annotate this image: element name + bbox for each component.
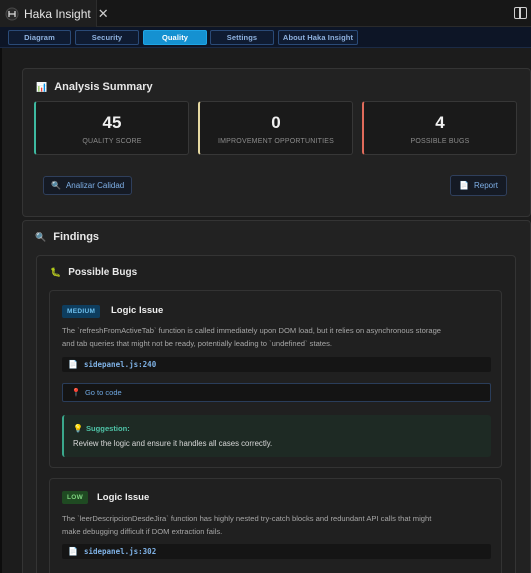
stat-value: 0 bbox=[271, 113, 281, 132]
suggestion-head-label: Suggestion: bbox=[85, 424, 130, 433]
stat-value: 45 bbox=[102, 113, 122, 132]
tab-security[interactable]: Security bbox=[75, 30, 139, 45]
file-path: sidepanel.js:240 bbox=[83, 360, 157, 369]
report-label: Report bbox=[473, 181, 498, 190]
file-icon: 📄 bbox=[68, 547, 78, 556]
bug-title: Logic Issue bbox=[111, 305, 164, 316]
bug-title: Logic Issue bbox=[97, 492, 150, 503]
search-icon: 🔍 bbox=[51, 181, 61, 190]
possible-bugs-title: 🐛 Possible Bugs bbox=[50, 267, 137, 278]
tab-about[interactable]: About Haka Insight bbox=[278, 30, 358, 45]
severity-badge: MEDIUM bbox=[62, 305, 101, 318]
bug-description-line: make debugging difficult if DOM extracti… bbox=[62, 526, 223, 536]
stat-label: IMPROVEMENT OPPORTUNITIES bbox=[218, 138, 334, 145]
go-to-code-label: Go to code bbox=[84, 388, 122, 397]
haka-logo-icon bbox=[5, 7, 19, 21]
document-icon: 📄 bbox=[459, 181, 469, 190]
tab-settings[interactable]: Settings bbox=[210, 30, 274, 45]
editor-tab-haka-insight[interactable]: Haka Insight ✕ bbox=[0, 0, 109, 27]
stat-label: POSSIBLE BUGS bbox=[410, 138, 470, 145]
suggestion-box: 💡 Suggestion: Review the logic and ensur… bbox=[62, 415, 491, 457]
go-to-code-button[interactable]: 📍 Go to code bbox=[62, 383, 491, 402]
file-reference: 📄 sidepanel.js:302 bbox=[62, 544, 491, 559]
file-reference: 📄 sidepanel.js:240 bbox=[62, 357, 491, 372]
stat-quality-score: 45 QUALITY SCORE bbox=[34, 101, 189, 155]
chart-icon: 📊 bbox=[36, 81, 48, 92]
bug-icon: 🐛 bbox=[50, 267, 62, 277]
report-button[interactable]: 📄 Report bbox=[450, 175, 507, 196]
tab-quality[interactable]: Quality bbox=[143, 30, 207, 45]
stat-label: QUALITY SCORE bbox=[82, 138, 142, 145]
bug-item: MEDIUM Logic Issue The `refreshFromActiv… bbox=[49, 290, 502, 468]
window-titlebar: Haka Insight ✕ bbox=[0, 0, 531, 27]
file-path: sidepanel.js:302 bbox=[83, 547, 157, 556]
bug-description-line: and tab queries that might not be ready,… bbox=[62, 338, 333, 348]
bug-description-line: The `leerDescripcionDesdeJira` function … bbox=[62, 514, 432, 523]
tab-title: Haka Insight bbox=[24, 6, 91, 21]
tab-diagram[interactable]: Diagram bbox=[8, 30, 71, 45]
findings-title: 🔍 Findings bbox=[35, 231, 99, 243]
stat-possible-bugs: 4 POSSIBLE BUGS bbox=[362, 101, 517, 155]
suggestion-body: Review the logic and ensure it handles a… bbox=[73, 439, 273, 448]
findings-label: Findings bbox=[53, 231, 100, 243]
bug-description: The `leerDescripcionDesdeJira` function … bbox=[62, 513, 492, 538]
file-icon: 📄 bbox=[68, 360, 78, 369]
close-icon[interactable]: ✕ bbox=[98, 7, 109, 20]
bug-item: LOW Logic Issue The `leerDescripcionDesd… bbox=[49, 478, 502, 573]
split-editor-icon[interactable] bbox=[514, 7, 527, 19]
stat-value: 4 bbox=[435, 113, 445, 132]
possible-bugs-label: Possible Bugs bbox=[68, 267, 138, 278]
bug-description-line: The `refreshFromActiveTab` function is c… bbox=[62, 326, 442, 335]
analyze-quality-button[interactable]: 🔍 Analizar Calidad bbox=[43, 176, 133, 195]
stat-improvement-opportunities: 0 IMPROVEMENT OPPORTUNITIES bbox=[198, 101, 353, 155]
main-nav: Diagram Security Quality Settings About … bbox=[0, 27, 531, 48]
pin-icon: 📍 bbox=[71, 388, 81, 397]
analysis-summary-label: Analysis Summary bbox=[54, 81, 153, 93]
analyze-quality-label: Analizar Calidad bbox=[65, 181, 125, 190]
search-icon: 🔍 bbox=[35, 231, 47, 242]
left-edge-strip bbox=[0, 48, 2, 573]
bug-description: The `refreshFromActiveTab` function is c… bbox=[62, 325, 492, 350]
analysis-summary-title: 📊 Analysis Summary bbox=[36, 81, 153, 93]
suggestion-head: 💡 Suggestion: bbox=[73, 424, 130, 433]
lightbulb-icon: 💡 bbox=[73, 424, 83, 433]
severity-badge: LOW bbox=[62, 491, 89, 504]
